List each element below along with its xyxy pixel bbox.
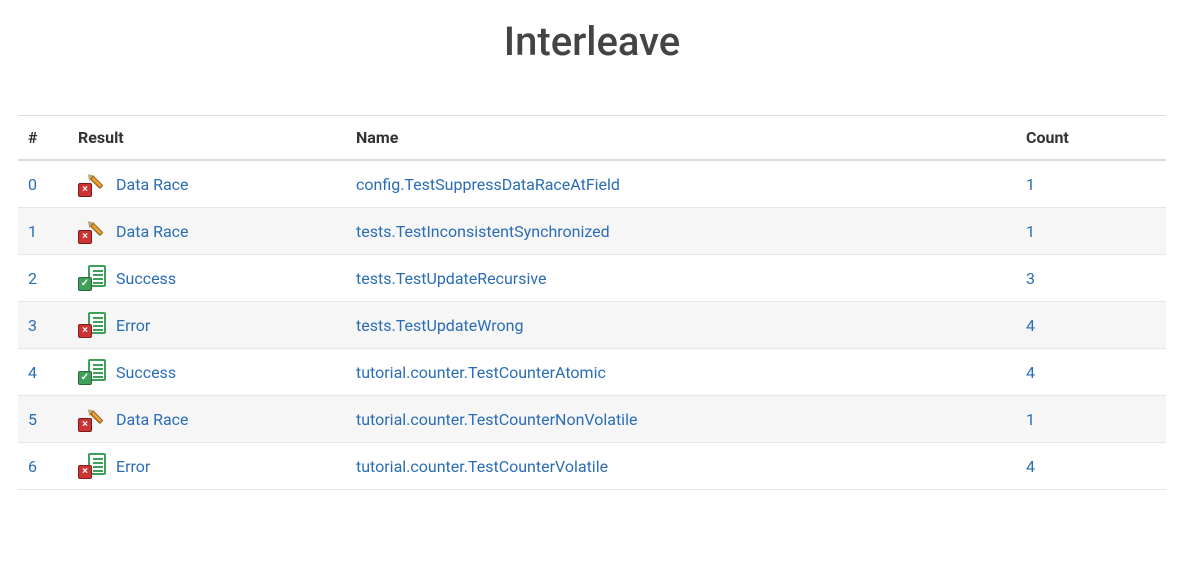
success-icon: ✓ [78,267,108,289]
row-count-link[interactable]: 4 [1026,457,1035,476]
row-name-link[interactable]: tutorial.counter.TestCounterAtomic [356,363,606,382]
datarace-icon: × [78,173,108,195]
table-row: 1 × Data Race tests.TestInconsistentSynchro… [18,208,1166,255]
row-result-link[interactable]: Data Race [116,175,189,194]
row-index-link[interactable]: 2 [28,269,37,288]
error-icon: × [78,314,108,336]
row-index-link[interactable]: 0 [28,175,37,194]
row-result-link[interactable]: Data Race [116,410,189,429]
header-count: Count [1016,116,1166,161]
header-result: Result [68,116,346,161]
row-index-link[interactable]: 4 [28,363,37,382]
row-name-link[interactable]: tests.TestUpdateWrong [356,316,523,335]
table-row: 2 ✓ Success tests.TestUpdateRecursive 3 [18,255,1166,302]
error-icon: × [78,455,108,477]
header-index: # [18,116,68,161]
row-count-link[interactable]: 1 [1026,222,1035,241]
page-title: Interleave [18,18,1166,65]
row-result-link[interactable]: Error [116,457,150,476]
row-name-link[interactable]: tests.TestUpdateRecursive [356,269,546,288]
row-name-link[interactable]: tutorial.counter.TestCounterNonVolatile [356,410,637,429]
row-index-link[interactable]: 3 [28,316,37,335]
table-row: 6 × Error tutorial.counter.TestCounterVolat… [18,443,1166,490]
row-index-link[interactable]: 6 [28,457,37,476]
row-result-link[interactable]: Error [116,316,150,335]
row-name-link[interactable]: tutorial.counter.TestCounterVolatile [356,457,608,476]
row-count-link[interactable]: 1 [1026,410,1035,429]
table-row: 4 ✓ Success tutorial.counter.TestCounterAto… [18,349,1166,396]
row-count-link[interactable]: 4 [1026,316,1035,335]
row-count-link[interactable]: 1 [1026,175,1035,194]
table-row: 5 × Data Race tutorial.counter.TestCounterN… [18,396,1166,443]
datarace-icon: × [78,408,108,430]
row-name-link[interactable]: tests.TestInconsistentSynchronized [356,222,610,241]
table-row: 0 × Data Race config.TestSuppressDataRaceAt… [18,160,1166,208]
row-index-link[interactable]: 5 [28,410,37,429]
results-table: # Result Name Count 0 × Data Race config.Te… [18,115,1166,490]
table-row: 3 × Error tests.TestUpdateWrong 4 [18,302,1166,349]
row-count-link[interactable]: 4 [1026,363,1035,382]
row-result-link[interactable]: Success [116,269,176,288]
row-count-link[interactable]: 3 [1026,269,1035,288]
row-result-link[interactable]: Data Race [116,222,189,241]
row-name-link[interactable]: config.TestSuppressDataRaceAtField [356,175,620,194]
row-index-link[interactable]: 1 [28,222,37,241]
header-name: Name [346,116,1016,161]
datarace-icon: × [78,220,108,242]
row-result-link[interactable]: Success [116,363,176,382]
success-icon: ✓ [78,361,108,383]
